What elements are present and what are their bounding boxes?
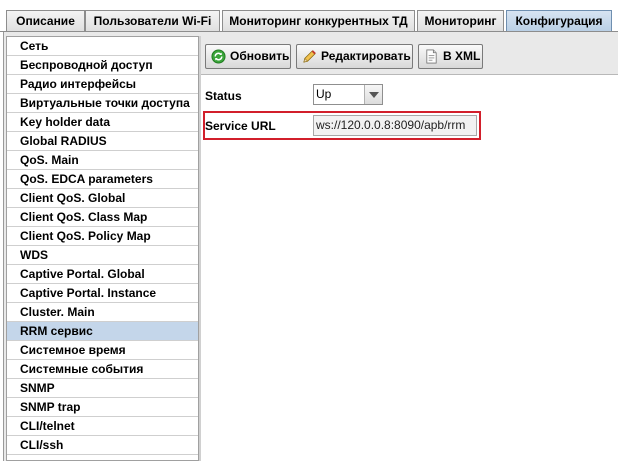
document-icon: [426, 49, 437, 64]
refresh-icon: [211, 49, 226, 64]
export-xml-button-label: В XML: [443, 49, 481, 63]
sidebar-item-wds[interactable]: WDS: [7, 246, 198, 265]
tab-bar: Описание Пользователи Wi-Fi Мониторинг к…: [0, 0, 618, 32]
service-url-field[interactable]: ws://120.0.0.8:8090/apb/rrm: [313, 115, 477, 136]
sidebar-item-snmp-trap[interactable]: SNMP trap: [7, 398, 198, 417]
sidebar-item-client-qos-policy-map[interactable]: Client QoS. Policy Map: [7, 227, 198, 246]
sidebar-item-cli-telnet[interactable]: CLI/telnet: [7, 417, 198, 436]
toolbar: Обновить Редактировать В XML: [201, 38, 618, 74]
chevron-down-icon[interactable]: [364, 85, 382, 104]
status-select-value: Up: [316, 87, 332, 101]
sidebar-item-qos-main[interactable]: QoS. Main: [7, 151, 198, 170]
sidebar-item-client-qos-class-map[interactable]: Client QoS. Class Map: [7, 208, 198, 227]
service-url-label: Service URL: [205, 119, 276, 133]
tab-wifi-users[interactable]: Пользователи Wi-Fi: [85, 10, 220, 32]
config-form: Status Up Service URL ws://120.0.0.8:809…: [201, 74, 618, 461]
sidebar-item-system-time[interactable]: Системное время: [7, 341, 198, 360]
status-label: Status: [205, 89, 242, 103]
tab-competitor-ap-monitoring[interactable]: Мониторинг конкурентных ТД: [222, 10, 415, 32]
refresh-button-label: Обновить: [230, 49, 290, 63]
export-xml-button[interactable]: В XML: [418, 44, 483, 69]
sidebar-item-client-qos-global[interactable]: Client QoS. Global: [7, 189, 198, 208]
edit-button-label: Редактировать: [321, 49, 411, 63]
sidebar-item-cli-ssh[interactable]: CLI/ssh: [7, 436, 198, 455]
tab-description[interactable]: Описание: [6, 10, 85, 32]
tab-configuration[interactable]: Конфигурация: [506, 10, 612, 32]
sidebar-item-key-holder-data[interactable]: Key holder data: [7, 113, 198, 132]
sidebar-item-snmp[interactable]: SNMP: [7, 379, 198, 398]
sidebar-item-network[interactable]: Сеть: [7, 37, 198, 56]
sidebar: Сеть Беспроводной доступ Радио интерфейс…: [6, 36, 199, 461]
sidebar-item-qos-edca[interactable]: QoS. EDCA parameters: [7, 170, 198, 189]
sidebar-item-wireless-access[interactable]: Беспроводной доступ: [7, 56, 198, 75]
sidebar-item-global-radius[interactable]: Global RADIUS: [7, 132, 198, 151]
sidebar-item-rrm-service[interactable]: RRM сервис: [7, 322, 198, 341]
pencil-icon: [303, 50, 316, 63]
sidebar-item-cluster-main[interactable]: Cluster. Main: [7, 303, 198, 322]
sidebar-item-captive-portal-global[interactable]: Captive Portal. Global: [7, 265, 198, 284]
tab-monitoring[interactable]: Мониторинг: [417, 10, 504, 32]
sidebar-item-virtual-aps[interactable]: Виртуальные точки доступа: [7, 94, 198, 113]
edit-button[interactable]: Редактировать: [296, 44, 413, 69]
refresh-button[interactable]: Обновить: [205, 44, 291, 69]
sidebar-item-system-events[interactable]: Системные события: [7, 360, 198, 379]
sidebar-item-captive-portal-instance[interactable]: Captive Portal. Instance: [7, 284, 198, 303]
status-select[interactable]: Up: [313, 84, 383, 105]
sidebar-item-radio-interfaces[interactable]: Радио интерфейсы: [7, 75, 198, 94]
